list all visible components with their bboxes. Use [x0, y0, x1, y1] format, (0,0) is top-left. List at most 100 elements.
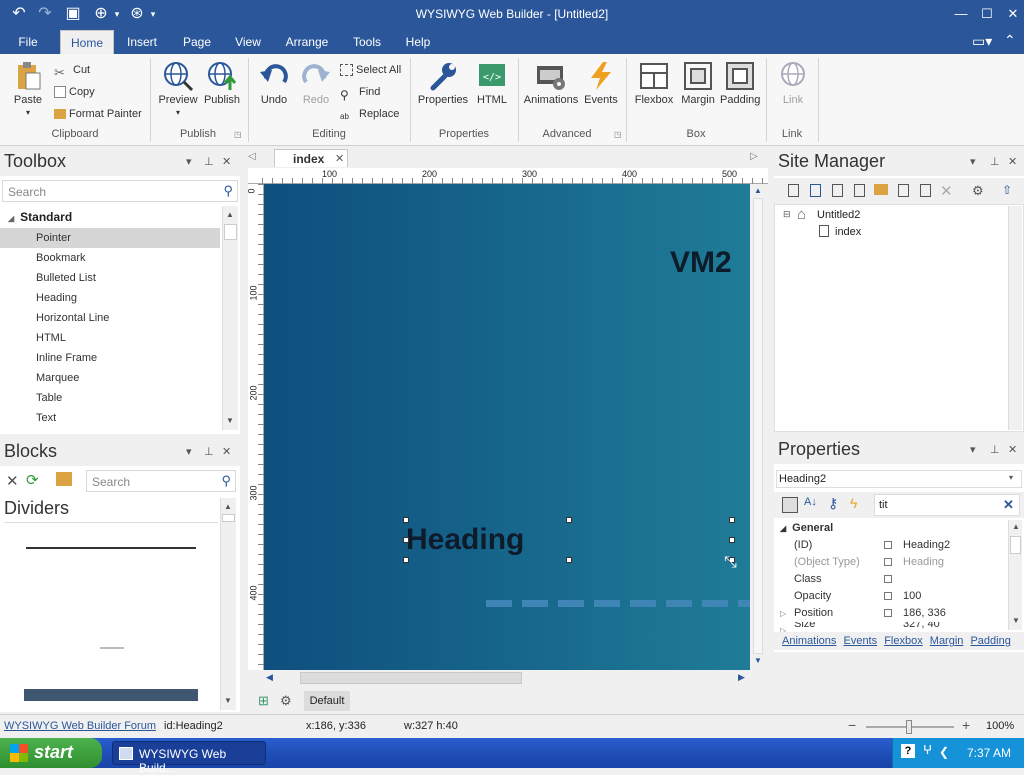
property-value[interactable]: 327, 40: [903, 622, 940, 632]
property-binding-icon[interactable]: [884, 609, 892, 617]
tab-insert[interactable]: Insert: [120, 30, 164, 54]
publish-launcher-icon[interactable]: ◳: [234, 130, 242, 139]
divider-block-preview-dots[interactable]: [100, 647, 124, 649]
scroll-thumb[interactable]: [753, 198, 763, 654]
scroll-right-icon[interactable]: ▶: [738, 672, 745, 683]
property-binding-icon[interactable]: [884, 592, 892, 600]
properties-wrench-icon[interactable]: ⚷: [828, 495, 838, 512]
divider-block-preview[interactable]: [26, 547, 196, 549]
display-options-icon[interactable]: ▭▾: [972, 33, 992, 50]
property-binding-icon[interactable]: [884, 575, 892, 583]
expand-triangle-icon[interactable]: ▷: [780, 605, 786, 622]
panel-close-icon[interactable]: ✕: [222, 155, 231, 168]
scroll-thumb[interactable]: [224, 224, 237, 240]
blocks-search-input[interactable]: Search ⚲: [86, 470, 236, 492]
pin-icon[interactable]: ⊥: [204, 445, 214, 458]
search-icon[interactable]: ⚲: [221, 473, 231, 489]
selected-heading[interactable]: Heading: [403, 517, 735, 563]
toolbox-item-bookmark[interactable]: Bookmark: [0, 248, 220, 268]
html-button[interactable]: </> HTML: [472, 60, 512, 106]
zoom-out-button[interactable]: −: [848, 717, 856, 733]
tab-scroll-left-icon[interactable]: ◁: [248, 151, 256, 162]
resize-handle[interactable]: [729, 517, 735, 523]
property-row[interactable]: (ID) Heading2: [774, 537, 1008, 554]
link-events[interactable]: Events: [843, 635, 877, 647]
margin-button[interactable]: Margin: [678, 60, 718, 106]
pin-icon[interactable]: ⊥: [990, 155, 1000, 168]
zoom-in-button[interactable]: +: [962, 717, 970, 733]
page-settings-icon[interactable]: [854, 184, 865, 197]
scroll-down-icon[interactable]: ▼: [224, 696, 232, 705]
new-page-layout-icon[interactable]: [810, 184, 821, 197]
property-row[interactable]: Class: [774, 571, 1008, 588]
resize-handle[interactable]: [403, 517, 409, 523]
toolbox-search-input[interactable]: Search ⚲: [2, 180, 238, 202]
panel-menu-icon[interactable]: ▾: [186, 155, 192, 168]
property-value[interactable]: 100: [903, 588, 921, 605]
start-button[interactable]: start: [0, 738, 102, 768]
flexbox-button[interactable]: Flexbox: [632, 60, 676, 106]
sort-az-icon[interactable]: A↓: [804, 496, 817, 508]
scroll-down-icon[interactable]: ▼: [1012, 616, 1020, 625]
canvas-vertical-scrollbar[interactable]: ▲ ▼: [750, 184, 766, 670]
divider-block-preview-bar[interactable]: [24, 689, 198, 701]
properties-button[interactable]: Properties: [416, 60, 470, 106]
property-value[interactable]: Heading2: [903, 537, 950, 554]
animations-button[interactable]: Animations: [522, 60, 580, 106]
pin-icon[interactable]: ⊥: [204, 155, 214, 168]
tab-arrange[interactable]: Arrange: [282, 30, 332, 54]
panel-menu-icon[interactable]: ▾: [186, 445, 192, 458]
link-margin[interactable]: Margin: [930, 635, 964, 647]
clear-filter-icon[interactable]: ✕: [1003, 497, 1014, 513]
close-button[interactable]: ✕: [998, 4, 1024, 24]
tab-tools[interactable]: Tools: [348, 30, 386, 54]
new-page-icon[interactable]: [788, 184, 799, 197]
layout-default-button[interactable]: Default: [304, 691, 350, 711]
heading-text[interactable]: Heading: [406, 523, 524, 557]
toolbox-item-text[interactable]: Text: [0, 408, 220, 428]
toolbox-item-pointer[interactable]: Pointer: [0, 228, 220, 248]
property-binding-icon[interactable]: [884, 541, 892, 549]
paste-button[interactable]: Paste ▾: [8, 60, 48, 118]
tab-scroll-right-icon[interactable]: ▷: [750, 151, 758, 162]
panel-menu-icon[interactable]: ▾: [970, 443, 976, 456]
scroll-up-icon[interactable]: ▲: [1012, 522, 1020, 531]
layout-settings-icon[interactable]: ⚙: [280, 693, 292, 709]
document-tab-close-icon[interactable]: ✕: [335, 152, 344, 165]
cut-button[interactable]: ✂ Cut: [54, 60, 90, 80]
edit-page-icon[interactable]: [898, 184, 909, 197]
toolbox-item-heading[interactable]: Heading: [0, 288, 220, 308]
link-padding[interactable]: Padding: [970, 635, 1010, 647]
undo-button[interactable]: Undo: [254, 60, 294, 106]
scroll-up-icon[interactable]: ▲: [224, 502, 232, 511]
dashed-divider[interactable]: [702, 600, 728, 607]
scroll-thumb[interactable]: [300, 672, 522, 684]
link-button[interactable]: Link: [772, 60, 814, 106]
tab-home[interactable]: Home: [60, 30, 114, 54]
panel-close-icon[interactable]: ✕: [222, 445, 231, 458]
categorized-icon[interactable]: [782, 497, 798, 513]
folder-icon[interactable]: [874, 184, 888, 195]
design-canvas[interactable]: VM2 Heading ⤡: [264, 184, 750, 670]
tree-collapse-icon[interactable]: ⊟: [783, 209, 791, 220]
scroll-down-icon[interactable]: ▼: [226, 416, 234, 425]
property-section[interactable]: ◢ General: [774, 520, 1008, 537]
property-binding-icon[interactable]: [884, 558, 892, 566]
toolbox-item-bulleted-list[interactable]: Bulleted List: [0, 268, 220, 288]
taskbar-app-button[interactable]: WYSIWYG Web Build...: [112, 741, 266, 775]
tab-page[interactable]: Page: [178, 30, 216, 54]
toolbox-item-table[interactable]: Table: [0, 388, 220, 408]
site-tree-scrollbar[interactable]: [1008, 206, 1022, 430]
scroll-down-icon[interactable]: ▼: [754, 656, 762, 665]
dashed-divider[interactable]: [666, 600, 692, 607]
tab-view[interactable]: View: [230, 30, 266, 54]
expand-triangle-icon[interactable]: ▷: [780, 622, 786, 632]
tree-page-label[interactable]: index: [835, 226, 861, 238]
toolbox-item-marquee[interactable]: Marquee: [0, 368, 220, 388]
network-icon[interactable]: ⵖ: [923, 743, 932, 757]
help-icon[interactable]: ?: [901, 744, 915, 758]
select-all-button[interactable]: Select All: [340, 60, 401, 80]
padding-button[interactable]: Padding: [720, 60, 760, 106]
ribbon-collapse-icon[interactable]: ⌃: [1004, 32, 1016, 49]
property-value[interactable]: 186, 336: [903, 605, 946, 622]
